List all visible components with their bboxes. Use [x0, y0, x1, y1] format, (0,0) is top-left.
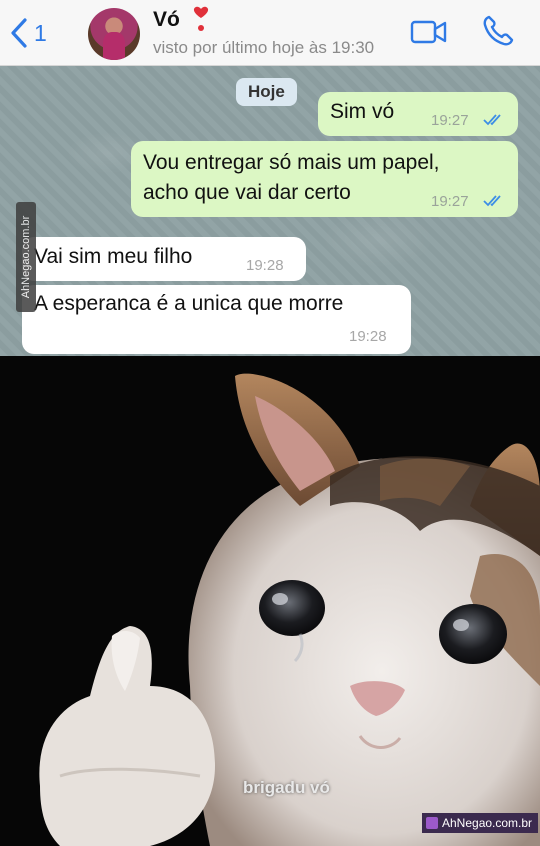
chat-area[interactable]: Hoje Sim vó 19:27 Vou entregar só mais u…	[0, 66, 540, 356]
back-button[interactable]: 1	[8, 16, 47, 50]
avatar[interactable]	[88, 8, 140, 60]
back-chevron-icon	[11, 18, 27, 48]
date-separator: Hoje	[236, 78, 297, 106]
phone-call-icon[interactable]	[481, 14, 515, 48]
message-text: Vou entregar só mais um papel, acho que …	[143, 151, 440, 204]
contact-name[interactable]: Vó	[153, 8, 180, 32]
heart-icon	[193, 6, 209, 31]
message-bubble-outgoing[interactable]: Sim vó 19:27	[318, 92, 518, 136]
message-text: Vai sim meu filho	[34, 245, 193, 268]
video-call-icon[interactable]	[410, 18, 448, 46]
message-time: 19:27	[431, 112, 469, 129]
message-text: A esperanca é a unica que morre	[34, 292, 344, 315]
message-text: Sim vó	[330, 100, 395, 123]
chat-header: 1 Vó visto por último hoje às 19:30	[0, 0, 540, 66]
message-time: 19:27	[431, 193, 469, 210]
watermark-corner-text: AhNegao.com.br	[442, 816, 533, 830]
message-bubble-incoming[interactable]: Vai sim meu filho 19:28	[22, 237, 306, 281]
message-bubble-outgoing[interactable]: Vou entregar só mais um papel, acho que …	[131, 141, 518, 217]
watermark-side: AhNegao.com.br	[16, 202, 36, 312]
message-time: 19:28	[349, 328, 387, 345]
last-seen-status: visto por último hoje às 19:30	[153, 38, 375, 57]
watermark-side-text: AhNegao.com.br	[20, 215, 32, 299]
message-bubble-incoming[interactable]: A esperanca é a unica que morre 19:28	[22, 285, 411, 354]
brand-logo-icon	[426, 817, 438, 829]
message-time: 19:28	[246, 257, 284, 274]
watermark-corner: AhNegao.com.br	[422, 813, 539, 833]
crying-cat-thumbs-up-image	[0, 356, 540, 846]
unread-count: 1	[34, 19, 47, 46]
double-check-icon	[483, 114, 501, 126]
double-check-icon	[483, 195, 501, 207]
meme-caption: brigadu vó	[243, 778, 330, 797]
meme-image: brigadu vó	[0, 356, 540, 846]
